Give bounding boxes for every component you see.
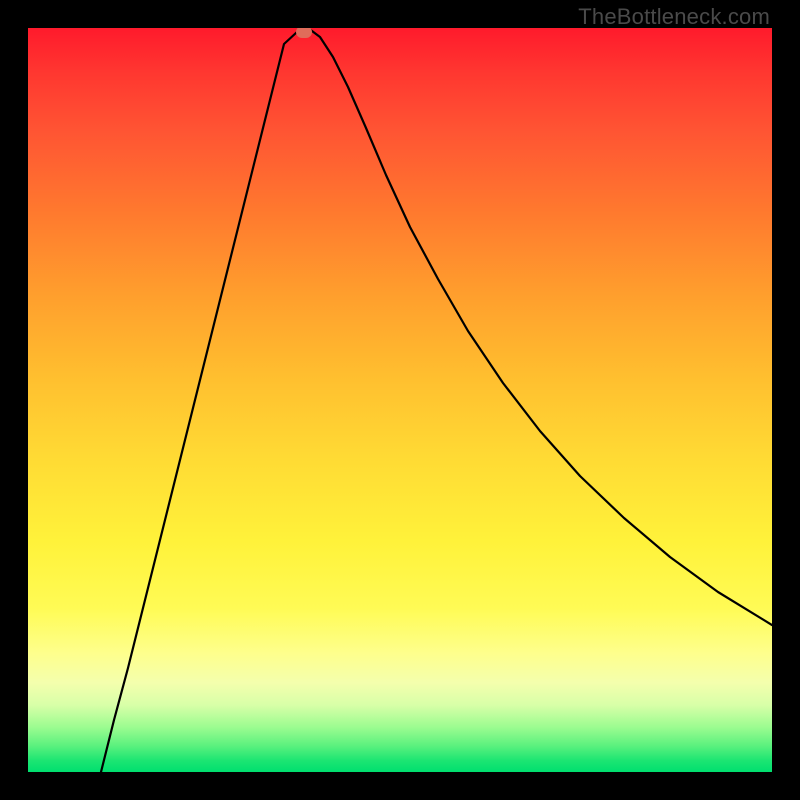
bottleneck-marker (296, 28, 312, 38)
curve-path (101, 28, 772, 772)
curve-svg (28, 28, 772, 772)
plot-area (28, 28, 772, 772)
chart-frame: TheBottleneck.com (0, 0, 800, 800)
watermark-text: TheBottleneck.com (578, 4, 770, 30)
